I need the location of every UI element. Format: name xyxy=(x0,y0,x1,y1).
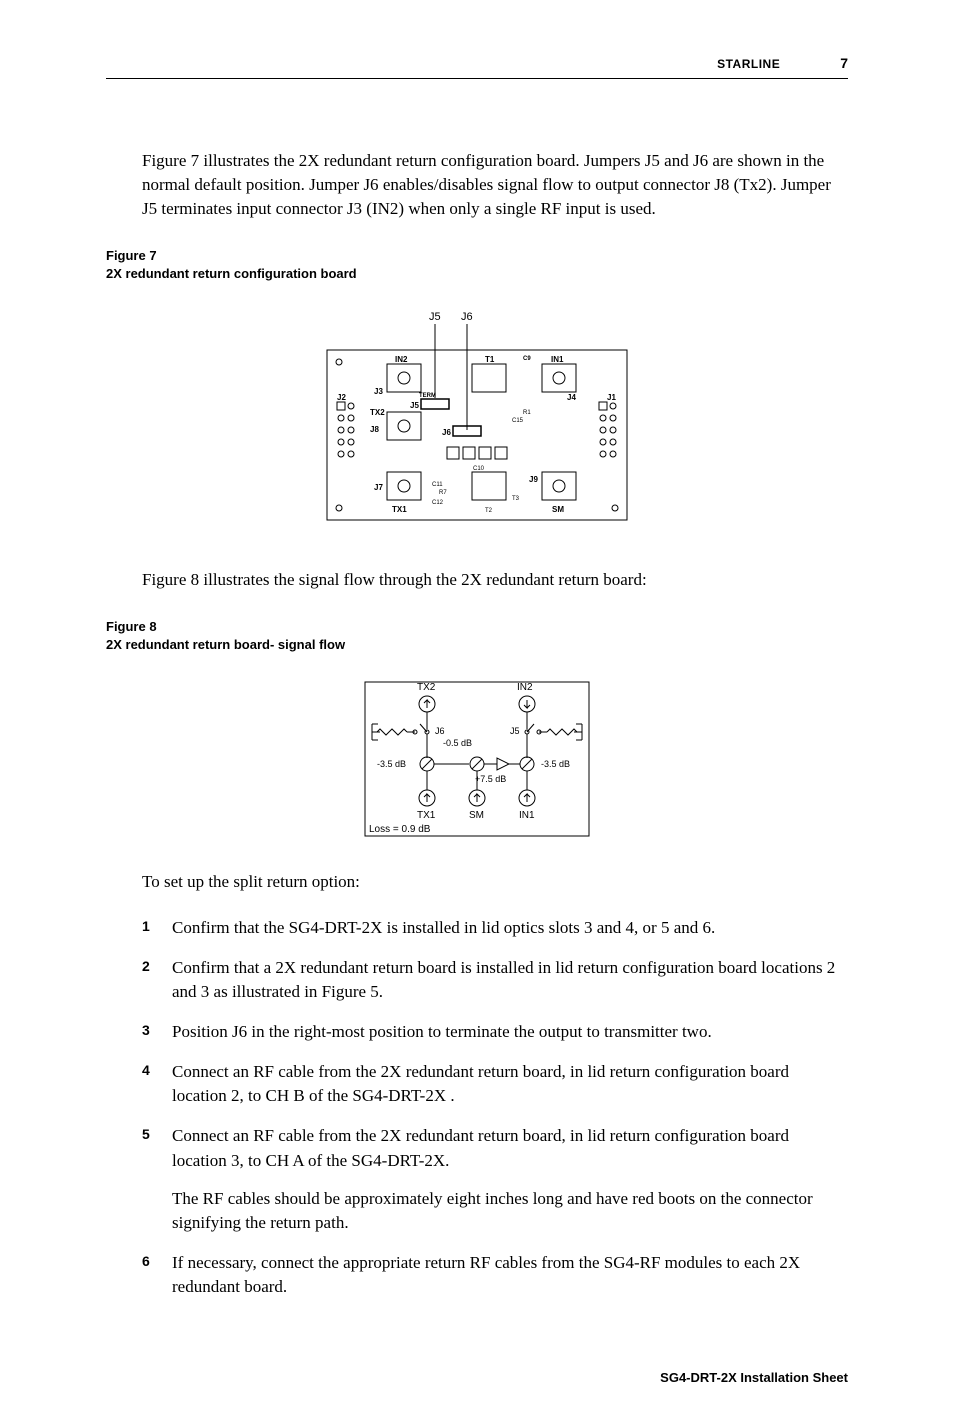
fig7-C9: C9 xyxy=(523,356,531,362)
steps-intro: To set up the split return option: xyxy=(142,870,848,894)
fig7-TX1: TX1 xyxy=(392,505,407,514)
fig7-R1: R1 xyxy=(523,410,531,416)
step-1: Confirm that the SG4-DRT-2X is installed… xyxy=(142,916,848,940)
fig8-J6: J6 xyxy=(435,726,445,736)
fig7-IN1: IN1 xyxy=(551,355,564,364)
step-6: If necessary, connect the appropriate re… xyxy=(142,1251,848,1299)
fig8-J5: J5 xyxy=(510,726,520,736)
fig7-J6: J6 xyxy=(442,428,451,437)
fig7-J3: J3 xyxy=(374,387,383,396)
fig7-TX2: TX2 xyxy=(370,408,385,417)
page-header: STARLINE 7 xyxy=(106,54,848,79)
fig7-T2: T2 xyxy=(485,508,493,514)
fig7-j6-callout: J6 xyxy=(461,311,473,323)
fig7-T1: T1 xyxy=(485,355,495,364)
step-3: Position J6 in the right-most position t… xyxy=(142,1020,848,1044)
fig7-SM: SM xyxy=(552,505,564,514)
fig7-J1: J1 xyxy=(607,393,616,402)
header-page-number: 7 xyxy=(840,54,848,74)
step-5: Connect an RF cable from the 2X redundan… xyxy=(142,1124,848,1235)
fig7-j5-callout: J5 xyxy=(429,311,441,323)
fig8-p75: +7.5 dB xyxy=(475,774,506,784)
fig7-J5: J5 xyxy=(410,401,419,410)
paragraph-1: Figure 7 illustrates the 2X redundant re… xyxy=(142,149,848,221)
header-brand: STARLINE xyxy=(717,56,780,73)
fig7-J2: J2 xyxy=(337,393,346,402)
footer: SG4-DRT-2X Installation Sheet xyxy=(106,1369,848,1387)
figure8-caption: Figure 8 2X redundant return board- sign… xyxy=(106,618,848,653)
fig8-m35b: -3.5 dB xyxy=(541,759,570,769)
steps-list: Confirm that the SG4-DRT-2X is installed… xyxy=(142,916,848,1300)
fig8-IN1: IN1 xyxy=(519,810,535,821)
fig8-TX2: TX2 xyxy=(417,682,436,693)
fig8-m35a: -3.5 dB xyxy=(377,759,406,769)
step-5-extra: The RF cables should be approximately ei… xyxy=(172,1187,848,1235)
step-2: Confirm that a 2X redundant return board… xyxy=(142,956,848,1004)
fig8-IN2: IN2 xyxy=(517,682,533,693)
fig8-m05: -0.5 dB xyxy=(443,738,472,748)
fig7-J9: J9 xyxy=(529,475,538,484)
figure8-svg: TX2 IN2 J6 J5 -0.5 dB -3.5 dB - xyxy=(357,674,597,844)
step-4: Connect an RF cable from the 2X redundan… xyxy=(142,1060,848,1108)
figure7-caption: Figure 7 2X redundant return configurati… xyxy=(106,247,848,282)
fig7-IN2: IN2 xyxy=(395,355,408,364)
figure7-svg: J5 J6 IN2 T1 IN1 C9 xyxy=(307,302,647,542)
fig8-SM: SM xyxy=(469,810,484,821)
paragraph-2: Figure 8 illustrates the signal flow thr… xyxy=(142,568,848,592)
figure7: J5 J6 IN2 T1 IN1 C9 xyxy=(106,302,848,542)
fig7-J8: J8 xyxy=(370,425,379,434)
fig7-J4: J4 xyxy=(567,393,576,402)
fig7-C11: C11 xyxy=(432,482,443,488)
fig7-C12: C12 xyxy=(432,500,444,506)
figure8: TX2 IN2 J6 J5 -0.5 dB -3.5 dB - xyxy=(106,674,848,844)
fig8-TX1: TX1 xyxy=(417,810,436,821)
fig7-C15: C15 xyxy=(512,418,524,424)
fig7-C10: C10 xyxy=(473,466,485,472)
fig7-T3: T3 xyxy=(512,496,520,502)
fig7-R7: R7 xyxy=(439,490,447,496)
fig7-J7: J7 xyxy=(374,483,383,492)
fig7-TERM: TERM xyxy=(419,393,436,399)
fig8-loss: Loss = 0.9 dB xyxy=(369,824,431,835)
